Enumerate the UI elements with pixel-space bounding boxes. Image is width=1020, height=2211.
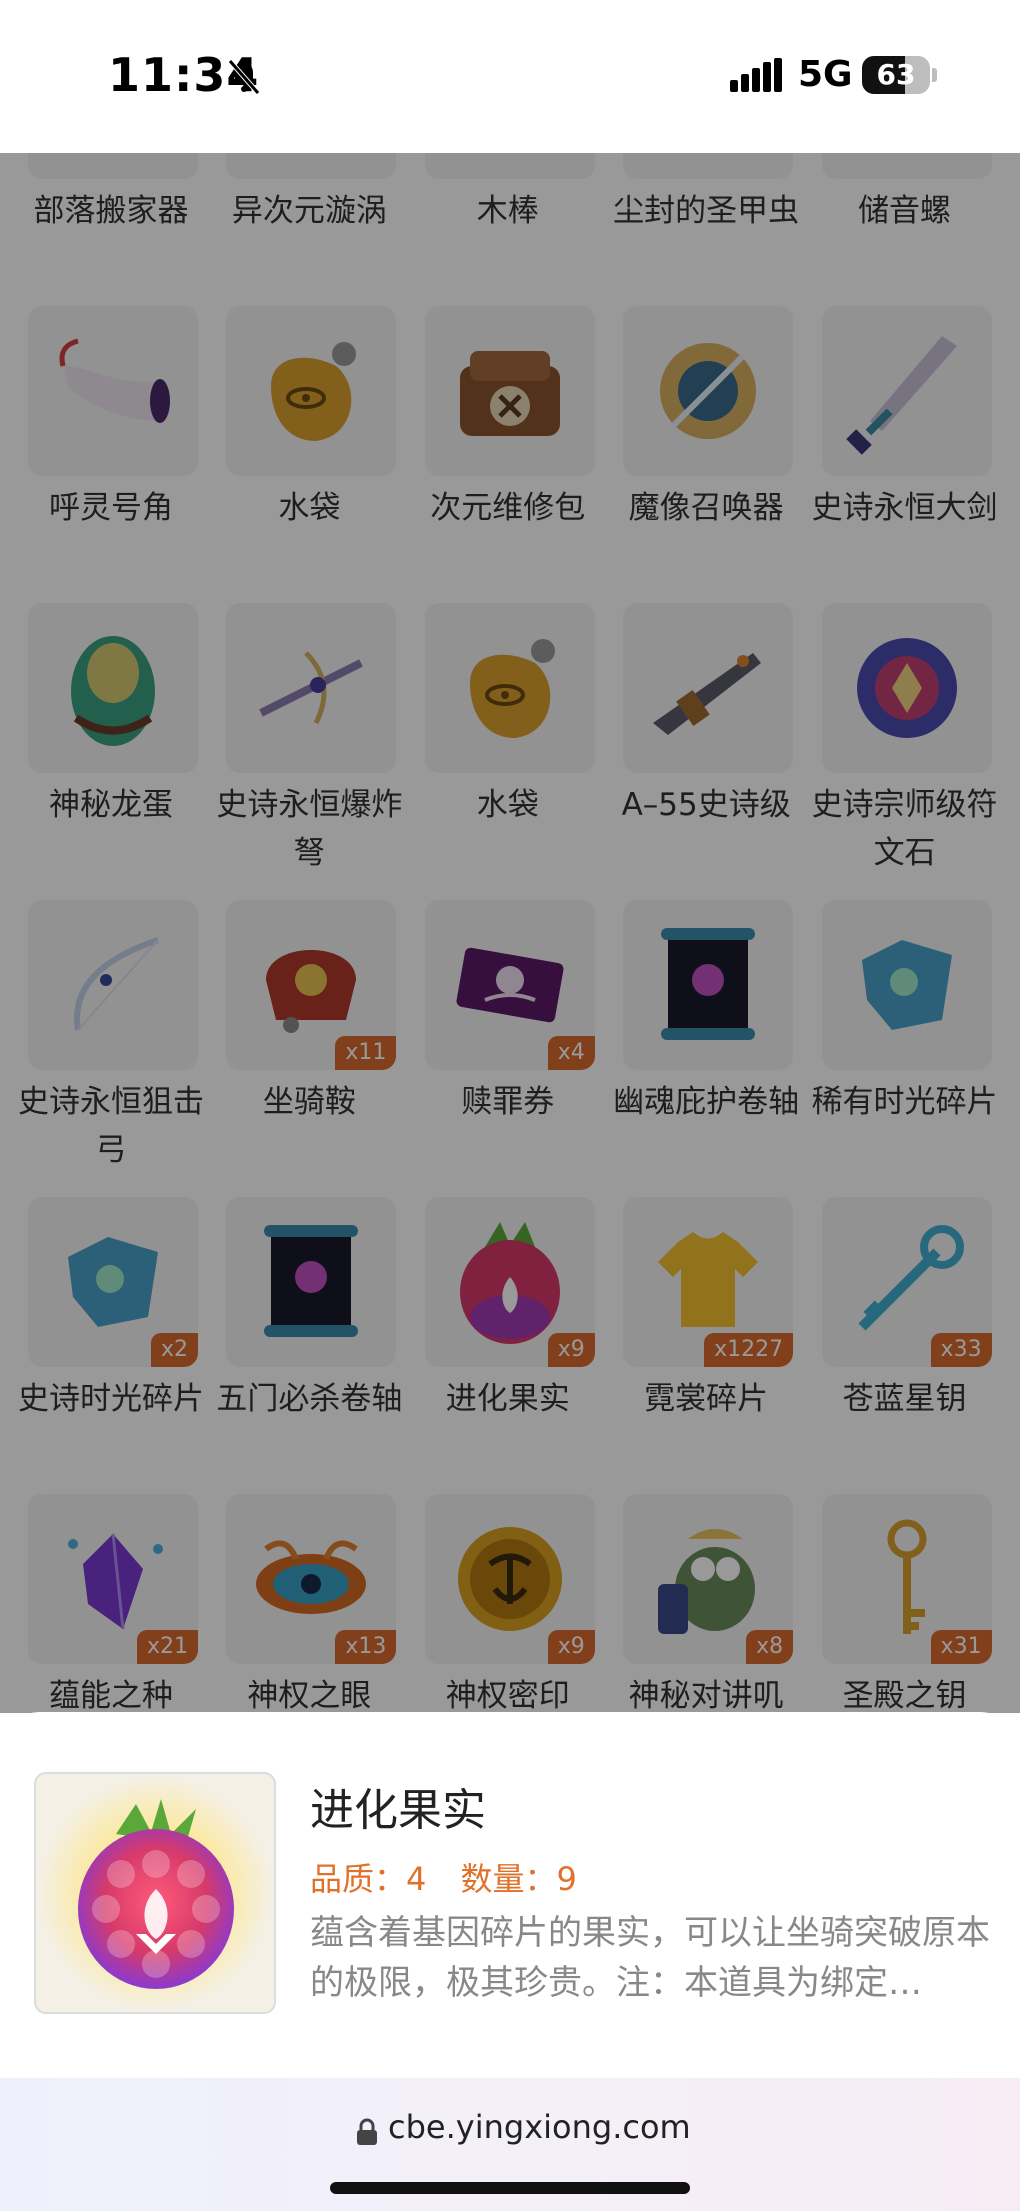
modal-overlay[interactable] <box>0 153 1020 1713</box>
bell-muted-icon <box>228 59 260 95</box>
battery-icon: 63 <box>862 56 930 94</box>
detail-title: 进化果实 <box>310 1785 486 1836</box>
home-indicator[interactable] <box>330 2182 690 2194</box>
url-text[interactable]: cbe.yingxiong.com <box>388 2108 691 2146</box>
detail-meta: 品质：4 数量：9 <box>310 1854 601 1900</box>
battery-label: 63 <box>876 58 916 91</box>
battery-tip <box>932 68 937 82</box>
status-bar: 11:34 5G 63 <box>0 0 1020 153</box>
detail-description: 蕴含着基因碎片的果实，可以让坐骑突破原本的极限，极其珍贵。注：本道具为绑定… <box>310 1913 990 2003</box>
evolution-fruit-icon <box>78 1799 234 1989</box>
network-label: 5G <box>798 54 853 95</box>
signal-icon <box>730 58 782 92</box>
browser-url-bar[interactable]: cbe.yingxiong.com <box>0 2078 1020 2211</box>
lock-icon <box>357 2118 377 2145</box>
detail-item-image <box>34 1772 276 2014</box>
detail-quality: 品质：4 <box>310 1860 427 1898</box>
item-detail-sheet: 进化果实 品质：4 数量：9 蕴含着基因碎片的果实，可以让坐骑突破原本的极限，极… <box>0 1712 1020 2078</box>
detail-quantity: 数量：9 <box>460 1860 577 1898</box>
